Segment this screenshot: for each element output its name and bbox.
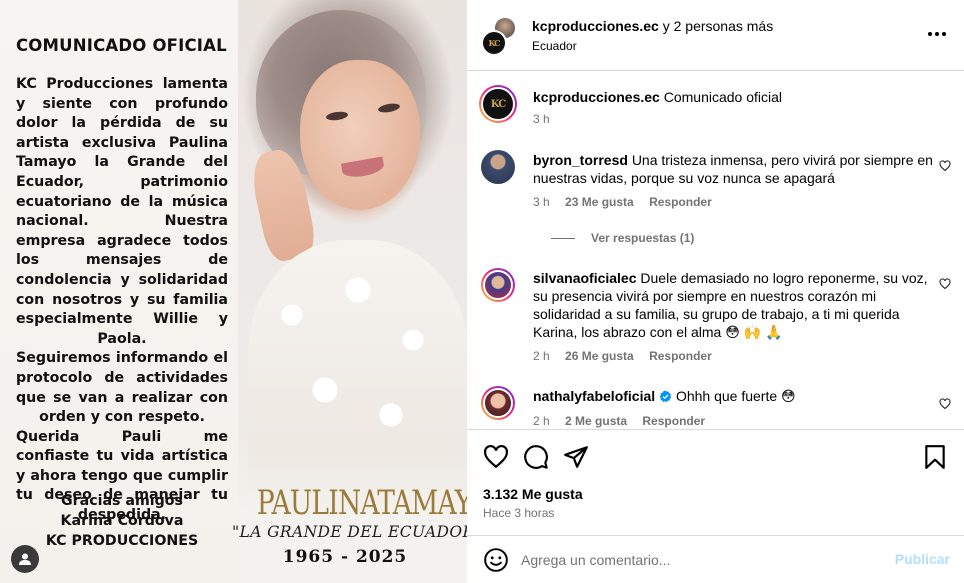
comments-list[interactable]: KC kcproducciones.ec Comunicado oficial …: [467, 71, 964, 429]
comment-text: nathalyfabeloficial Ohhh que fuerte 😳: [533, 387, 941, 405]
artist-tagline: "LA GRANDE DEL ECUADOR": [232, 523, 467, 541]
publish-button[interactable]: Publicar: [895, 551, 950, 567]
comment-likes[interactable]: 23 Me gusta: [565, 195, 634, 209]
comment-time[interactable]: 3 h: [533, 195, 550, 209]
reply-button[interactable]: Responder: [642, 414, 705, 428]
photo-face: [300, 60, 420, 210]
caption-text: kcproducciones.ec Comunicado oficial: [533, 88, 941, 106]
user-icon: [19, 553, 31, 565]
reply-button[interactable]: Responder: [649, 349, 712, 363]
comment-meta: 2 h 26 Me gusta Responder: [533, 349, 724, 363]
heart-icon[interactable]: [483, 444, 509, 470]
statement-signoff: Gracias amigos Karina Córdova KC PRODUCC…: [16, 492, 228, 551]
verified-badge-icon: [659, 390, 672, 403]
likes-count[interactable]: 3.132 Me gusta: [483, 486, 583, 502]
post-side-panel: KC kcproducciones.ec y 2 personas más Ec…: [467, 0, 964, 583]
statement-title: COMUNICADO OFICIAL: [16, 36, 227, 55]
comment-time[interactable]: 2 h: [533, 414, 550, 428]
comment-meta: 3 h 23 Me gusta Responder: [533, 195, 724, 209]
artist-name-block: PAULINATAMAYO "LA GRANDE DEL ECUADOR" 19…: [232, 483, 467, 567]
header-collaborators[interactable]: y 2 personas más: [659, 18, 774, 34]
statement-body: KC Producciones lamenta y siente con pro…: [16, 75, 228, 526]
comment-username[interactable]: nathalyfabeloficial: [533, 388, 655, 404]
comment-meta: 2 h 2 Me gusta Responder: [533, 414, 717, 428]
dot: [928, 32, 932, 36]
avatar[interactable]: KC: [479, 85, 517, 123]
signoff-line: KC PRODUCCIONES: [45, 532, 199, 549]
comment-likes[interactable]: 26 Me gusta: [565, 349, 634, 363]
comment-time[interactable]: 2 h: [533, 349, 550, 363]
share-icon[interactable]: [563, 444, 589, 470]
dot: [942, 32, 946, 36]
caption-meta: 3 h: [533, 112, 562, 126]
statement-paragraph-2: Seguiremos informando el protocolo de ac…: [16, 350, 228, 426]
dot: [935, 32, 939, 36]
avatar[interactable]: KC: [481, 30, 507, 56]
tagged-user-button[interactable]: [11, 545, 39, 573]
statement-paragraph-1: KC Producciones lamenta y siente con pro…: [16, 75, 228, 349]
avatar[interactable]: [481, 386, 515, 420]
add-comment-bar: Publicar: [467, 535, 964, 583]
comment-likes[interactable]: 2 Me gusta: [565, 414, 627, 428]
signoff-line: Gracias amigos: [60, 493, 183, 509]
heart-icon[interactable]: [939, 278, 951, 290]
signoff-line: Karina Córdova: [60, 512, 184, 529]
comment-body: Ohhh que fuerte 😳: [675, 388, 796, 404]
kc-logo: KC: [488, 38, 500, 48]
caption-time[interactable]: 3 h: [533, 112, 550, 126]
heart-icon[interactable]: [939, 398, 951, 410]
post-timestamp[interactable]: Hace 3 horas: [483, 506, 554, 520]
header-username[interactable]: kcproducciones.ec: [532, 18, 659, 34]
artist-name: PAULINATAMAYO: [256, 483, 467, 523]
comment-icon[interactable]: [523, 444, 549, 470]
emoji-icon[interactable]: [483, 547, 509, 573]
avatar[interactable]: [481, 150, 515, 184]
collab-avatars[interactable]: KC: [481, 16, 521, 56]
heart-icon[interactable]: [939, 160, 951, 172]
official-statement: COMUNICADO OFICIAL KC Producciones lamen…: [16, 36, 228, 526]
header-location[interactable]: Ecuador: [532, 39, 577, 53]
comment-username[interactable]: byron_torresd: [533, 152, 628, 168]
comment-input[interactable]: [521, 548, 881, 572]
comment-text: byron_torresd Una tristeza inmensa, pero…: [533, 151, 941, 187]
post-header: KC kcproducciones.ec y 2 personas más Ec…: [467, 0, 964, 71]
header-authors: kcproducciones.ec y 2 personas más: [532, 18, 773, 34]
caption-body: Comunicado oficial: [663, 89, 783, 105]
view-replies-button[interactable]: Ver respuestas (1): [551, 231, 694, 245]
statement-lead: KC Producciones: [16, 76, 154, 92]
comment-text: silvanaoficialec Duele demasiado no logr…: [533, 269, 941, 341]
more-options-button[interactable]: [926, 24, 948, 44]
post-actions: 3.132 Me gusta Hace 3 horas: [467, 429, 964, 529]
bookmark-icon[interactable]: [922, 444, 948, 470]
post-image[interactable]: COMUNICADO OFICIAL KC Producciones lamen…: [0, 0, 467, 583]
comment-username[interactable]: kcproducciones.ec: [533, 89, 660, 105]
reply-button[interactable]: Responder: [649, 195, 712, 209]
kc-logo: KC: [490, 98, 506, 110]
replies-line: [551, 238, 575, 240]
artist-years: 1965 - 2025: [282, 547, 408, 567]
statement-paragraph-1-text: lamenta y siente con profundo dolor la p…: [16, 76, 228, 347]
avatar[interactable]: [481, 268, 515, 302]
view-replies-label: Ver respuestas (1): [591, 231, 695, 245]
comment-username[interactable]: silvanaoficialec: [533, 270, 637, 286]
